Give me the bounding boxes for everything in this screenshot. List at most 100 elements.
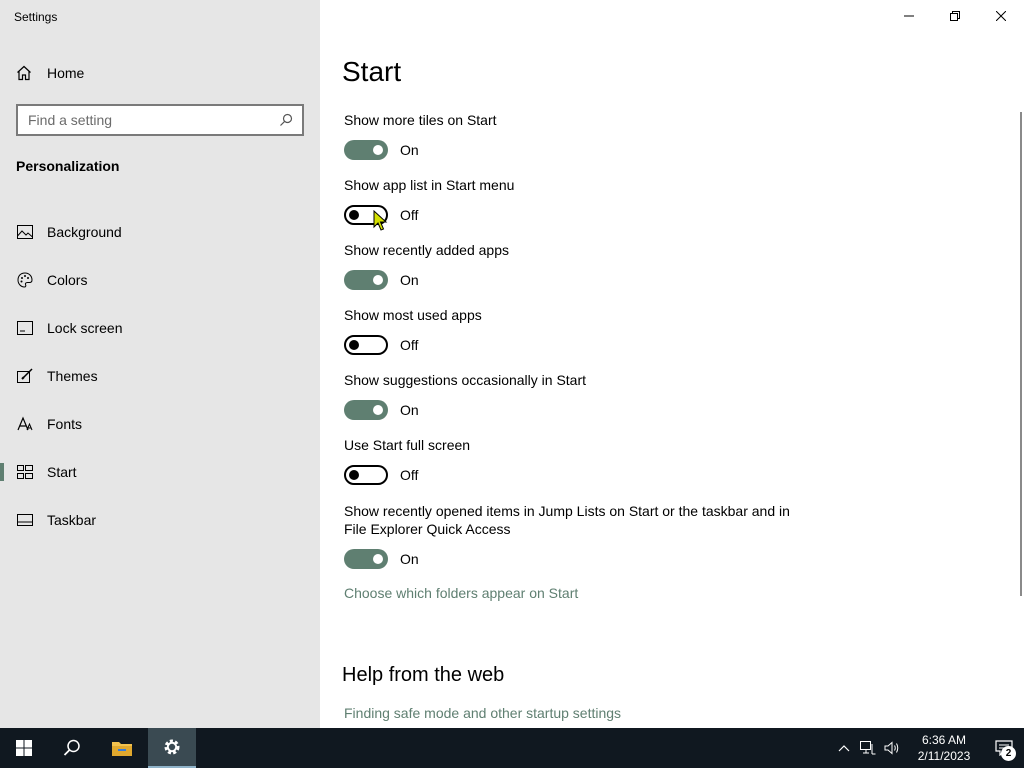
setting-show-recently-added: Show recently added apps On xyxy=(344,241,814,291)
setting-label: Show recently opened items in Jump Lists… xyxy=(344,503,790,537)
sidebar-item-label: Themes xyxy=(47,368,98,384)
start-icon xyxy=(16,463,34,481)
windows-logo-icon xyxy=(16,740,32,756)
toggle-state: On xyxy=(400,551,419,567)
close-button[interactable] xyxy=(978,0,1024,32)
sidebar: Settings Home Personalization Background… xyxy=(0,0,320,728)
folder-icon xyxy=(112,742,132,756)
minimize-icon xyxy=(904,15,914,17)
speaker-icon xyxy=(884,741,899,755)
help-section-title: Help from the web xyxy=(342,664,505,686)
sidebar-item-lock-screen[interactable]: Lock screen xyxy=(0,304,320,352)
setting-label: Show most used apps xyxy=(344,307,482,323)
sidebar-item-label: Start xyxy=(47,464,77,480)
setting-show-app-list: Show app list in Start menu Off xyxy=(344,176,814,226)
volume-button[interactable] xyxy=(880,728,904,768)
choose-folders-link[interactable]: Choose which folders appear on Start xyxy=(344,585,578,601)
action-center-button[interactable]: 2 xyxy=(984,728,1024,768)
page-title: Start xyxy=(342,56,402,87)
toggle-knob xyxy=(373,405,383,415)
setting-label: Show more tiles on Start xyxy=(344,112,497,128)
toggle-state: Off xyxy=(400,337,419,353)
show-hidden-icons-button[interactable] xyxy=(832,728,856,768)
palette-icon xyxy=(16,271,34,289)
toggle-knob xyxy=(373,275,383,285)
window-controls xyxy=(886,0,1024,32)
taskbar: 6:36 AM 2/11/2023 2 xyxy=(0,728,1024,768)
restore-icon xyxy=(950,11,960,21)
sidebar-item-fonts[interactable]: Fonts xyxy=(0,400,320,448)
file-explorer-button[interactable] xyxy=(98,728,146,768)
toggle-knob xyxy=(349,470,359,480)
clock-date: 2/11/2023 xyxy=(917,749,971,763)
sidebar-item-start[interactable]: Start xyxy=(0,448,320,496)
full-screen-toggle[interactable] xyxy=(344,465,388,485)
close-icon xyxy=(996,11,1006,21)
sidebar-item-label: Fonts xyxy=(47,416,83,432)
section-title: Personalization xyxy=(16,158,120,174)
search-taskbar-button[interactable] xyxy=(48,728,96,768)
show-most-used-toggle[interactable] xyxy=(344,335,388,355)
app-title: Settings xyxy=(14,10,58,24)
toggle-knob xyxy=(373,554,383,564)
search-box[interactable] xyxy=(16,104,304,136)
network-icon xyxy=(860,741,876,755)
jump-lists-toggle[interactable] xyxy=(344,549,388,569)
setting-show-more-tiles: Show more tiles on Start On xyxy=(344,111,814,161)
chevron-up-icon xyxy=(838,745,850,752)
toggle-state: On xyxy=(400,142,419,158)
toggle-state: Off xyxy=(400,467,419,483)
image-icon xyxy=(16,223,34,241)
home-button[interactable]: Home xyxy=(16,62,84,84)
setting-label: Show app list in Start menu xyxy=(344,177,515,193)
home-label: Home xyxy=(47,65,85,81)
sidebar-item-colors[interactable]: Colors xyxy=(0,256,320,304)
toggle-knob xyxy=(349,340,359,350)
setting-label: Use Start full screen xyxy=(344,437,471,453)
clock[interactable]: 6:36 AM 2/11/2023 xyxy=(910,732,978,764)
toggle-state: On xyxy=(400,272,419,288)
setting-jump-lists: Show recently opened items in Jump Lists… xyxy=(344,502,804,570)
show-suggestions-toggle[interactable] xyxy=(344,400,388,420)
toggle-state: On xyxy=(400,402,419,418)
search-icon xyxy=(63,739,80,756)
system-tray: 6:36 AM 2/11/2023 2 xyxy=(832,728,1024,768)
sidebar-item-label: Background xyxy=(47,224,122,240)
toggle-knob xyxy=(349,210,359,220)
toggle-knob xyxy=(373,145,383,155)
sidebar-item-taskbar[interactable]: Taskbar xyxy=(0,496,320,544)
safe-mode-help-link[interactable]: Finding safe mode and other startup sett… xyxy=(344,705,621,721)
font-icon xyxy=(16,415,34,433)
gear-icon xyxy=(164,739,180,755)
network-button[interactable] xyxy=(856,728,880,768)
home-icon xyxy=(16,64,34,82)
minimize-button[interactable] xyxy=(886,0,932,32)
sidebar-item-label: Colors xyxy=(47,272,88,288)
mouse-cursor-icon xyxy=(373,210,388,231)
setting-show-suggestions: Show suggestions occasionally in Start O… xyxy=(344,371,814,421)
settings-taskbar-button[interactable] xyxy=(148,728,196,768)
setting-full-screen: Use Start full screen Off xyxy=(344,436,814,486)
sidebar-item-background[interactable]: Background xyxy=(0,208,320,256)
setting-show-most-used: Show most used apps Off xyxy=(344,306,814,356)
sidebar-item-label: Taskbar xyxy=(47,512,97,528)
start-button[interactable] xyxy=(0,728,48,768)
sidebar-item-themes[interactable]: Themes xyxy=(0,352,320,400)
sidebar-item-label: Lock screen xyxy=(47,320,123,336)
search-icon[interactable] xyxy=(278,112,294,128)
themes-icon xyxy=(16,367,34,385)
notification-count: 2 xyxy=(1001,746,1016,761)
setting-label: Show suggestions occasionally in Start xyxy=(344,372,587,388)
sidebar-nav: Background Colors Lock screen Themes Fon… xyxy=(0,208,320,544)
search-input[interactable] xyxy=(28,112,278,128)
scrollbar[interactable] xyxy=(1020,112,1022,596)
main-content: Start Show more tiles on Start On Show a… xyxy=(320,0,1024,728)
toggle-state: Off xyxy=(400,207,419,223)
show-recently-added-toggle[interactable] xyxy=(344,270,388,290)
lock-screen-icon xyxy=(16,319,34,337)
clock-time: 6:36 AM xyxy=(921,733,967,747)
setting-label: Show recently added apps xyxy=(344,242,509,258)
taskbar-icon xyxy=(16,511,34,529)
show-more-tiles-toggle[interactable] xyxy=(344,140,388,160)
restore-button[interactable] xyxy=(932,0,978,32)
